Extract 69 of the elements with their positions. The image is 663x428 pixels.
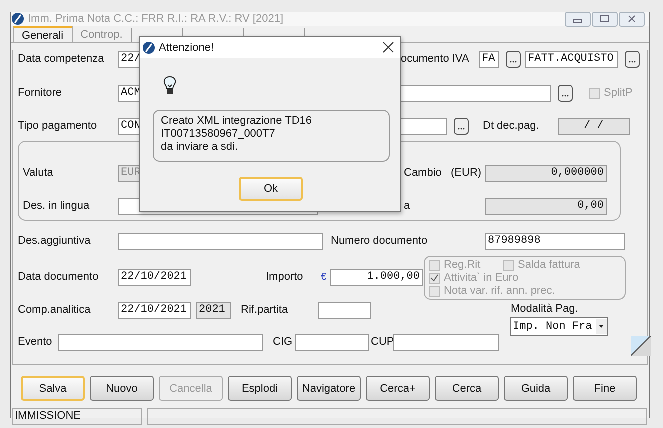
field-label: a <box>404 200 412 212</box>
field-label: CUP <box>371 336 393 348</box>
text-field[interactable] <box>58 334 263 350</box>
field-label: ocumento IVA <box>401 53 470 65</box>
window-title: Imm. Prima Nota C.C.: FRR R.I.: RA R.V.: RV [2021] <box>28 13 284 25</box>
action-button[interactable]: Esplodi <box>228 376 292 401</box>
field-label: Tipo pagamento <box>18 120 98 132</box>
text-field[interactable] <box>318 302 371 318</box>
resize-corner-icon[interactable] <box>631 336 651 356</box>
ellipsis-icon[interactable] <box>506 50 521 68</box>
ellipsis-icon[interactable] <box>454 118 469 134</box>
code-field[interactable]: FA <box>479 50 499 68</box>
action-button[interactable]: Fine <box>573 376 637 401</box>
exchange-rate-field[interactable]: 0,000000 <box>485 164 607 182</box>
field-label: Cambio <box>404 167 443 179</box>
maximize-icon[interactable] <box>592 12 618 26</box>
ellipsis-icon[interactable] <box>558 84 573 102</box>
field-label: Des.aggiuntiva <box>18 235 92 247</box>
date-field[interactable]: / / <box>558 118 630 134</box>
field-label: Data documento <box>18 271 100 283</box>
checkbox-label: Attivita` in Euro <box>444 272 519 284</box>
date-field[interactable]: 22/10/2021 <box>118 268 191 286</box>
tab[interactable]: Generali <box>13 26 73 42</box>
text-field[interactable] <box>393 334 499 350</box>
text-field[interactable] <box>118 232 323 250</box>
field-label: Evento <box>18 336 54 348</box>
payment-method-dropdown[interactable]: Imp. Non Fra <box>510 317 608 336</box>
field-label: Des. in lingua <box>23 200 91 212</box>
field-label: Rif.partita <box>241 304 290 316</box>
minimize-icon[interactable] <box>565 12 591 26</box>
checkbox-label: Reg.Rit <box>444 259 481 271</box>
action-button[interactable]: Cerca <box>435 376 499 401</box>
year-field: 2021 <box>196 302 231 318</box>
ellipsis-icon[interactable] <box>625 50 640 68</box>
field-label: Data competenza <box>18 53 106 65</box>
ok-button[interactable]: Ok <box>239 177 303 201</box>
checkbox-label: SplitP <box>604 87 633 99</box>
date-field[interactable]: 22/10/2021 <box>118 302 191 318</box>
field-label: CIG <box>273 336 294 348</box>
close-icon[interactable] <box>383 42 394 53</box>
message-line: Creato XML integrazione TD16 <box>161 115 314 128</box>
field-label: Modalità Pag. <box>511 303 580 315</box>
document-number-field[interactable]: 87989898 <box>485 232 625 250</box>
lightbulb-icon <box>163 76 177 96</box>
app-icon <box>143 42 155 54</box>
description-field[interactable]: FATT.ACQUISTO <box>525 50 618 68</box>
checkbox-label: Nota var. rif. ann. prec. <box>444 285 556 297</box>
checkbox-label: Salda fattura <box>518 259 580 271</box>
status-mode: IMMISSIONE <box>12 408 142 425</box>
action-button[interactable]: Cerca+ <box>366 376 430 401</box>
action-button[interactable]: Navigatore <box>297 376 361 401</box>
field-label: Valuta <box>23 167 54 179</box>
action-button[interactable]: Salva <box>21 376 85 401</box>
field-label: Numero documento <box>331 235 429 247</box>
message-line: IT00713580967_000T7 <box>161 128 276 141</box>
text-field[interactable] <box>295 334 369 350</box>
field-label: Fornitore <box>18 87 64 99</box>
field-label: Dt dec.pag. <box>483 120 540 132</box>
field-label: Comp.analitica <box>18 304 92 316</box>
currency-symbol: € <box>321 272 328 282</box>
field-label: (EUR) <box>451 167 483 179</box>
action-button[interactable]: Nuovo <box>90 376 154 401</box>
dialog-title: Attenzione! <box>159 42 214 54</box>
field-label: Importo <box>266 271 304 283</box>
dropdown-icon[interactable] <box>596 319 607 334</box>
amount-field[interactable]: 0,00 <box>485 198 607 214</box>
amount-field[interactable]: 1.000,00 <box>330 268 423 286</box>
message-line: da inviare a sdi. <box>161 141 240 154</box>
action-button[interactable]: Guida <box>504 376 568 401</box>
